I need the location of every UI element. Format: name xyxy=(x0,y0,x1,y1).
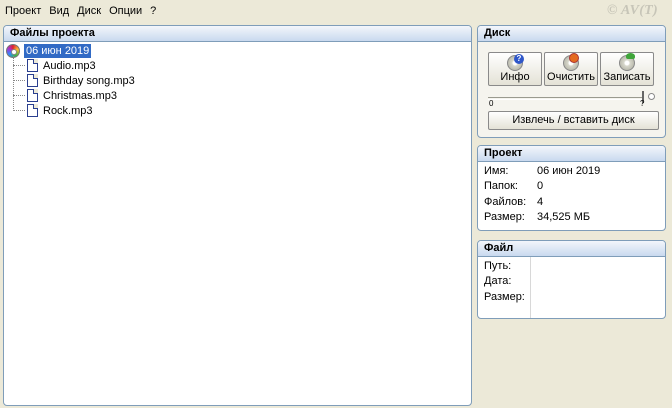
disk-panel: Диск Инфо Очистить Записать 0 ? Извлечь … xyxy=(477,25,666,138)
project-info-table: Имя: 06 июн 2019 Папок: 0 Файлов: 4 Разм… xyxy=(478,163,665,225)
info-key: Дата: xyxy=(484,275,512,288)
capacity-max-label: ? xyxy=(640,99,645,108)
disk-button-row: Инфо Очистить Записать xyxy=(488,52,654,86)
burn-button[interactable]: Записать xyxy=(600,52,654,86)
file-info-panel: Файл Путь: Дата: Размер: xyxy=(477,240,666,319)
file-icon xyxy=(27,89,38,102)
file-size-row: Размер: xyxy=(478,289,665,305)
menu-help[interactable]: ? xyxy=(146,2,160,20)
tree-root-label[interactable]: 06 июн 2019 xyxy=(24,43,92,58)
file-icon xyxy=(27,104,38,117)
info-value: 34,525 МБ xyxy=(537,211,591,224)
info-button-label: Инфо xyxy=(500,71,530,83)
project-folders-row: Папок: 0 xyxy=(478,179,665,195)
erase-icon xyxy=(563,53,579,71)
copyright-logo: © AV(T) xyxy=(606,3,658,18)
file-name[interactable]: Christmas.mp3 xyxy=(43,90,117,102)
info-key: Путь: xyxy=(484,259,512,272)
burn-icon xyxy=(619,53,635,71)
project-size-row: Размер: 34,525 МБ xyxy=(478,210,665,226)
info-value: 4 xyxy=(537,195,544,208)
project-info-title: Проект xyxy=(478,146,665,162)
capacity-marker-icon xyxy=(648,93,655,100)
erase-button[interactable]: Очистить xyxy=(544,52,598,86)
tree-children: Audio.mp3 Birthday song.mp3 Christmas.mp… xyxy=(13,56,471,118)
file-name[interactable]: Birthday song.mp3 xyxy=(43,75,135,87)
info-value: 0 xyxy=(537,180,544,193)
tree-file-item[interactable]: Rock.mp3 xyxy=(13,103,471,118)
project-info-panel: Проект Имя: 06 июн 2019 Папок: 0 Файлов:… xyxy=(477,145,666,231)
menu-disk[interactable]: Диск xyxy=(73,2,105,20)
info-button[interactable]: Инфо xyxy=(488,52,542,86)
eject-insert-button[interactable]: Извлечь / вставить диск xyxy=(488,111,659,130)
burn-button-label: Записать xyxy=(603,71,651,83)
file-path-row: Путь: xyxy=(478,258,665,274)
file-tree[interactable]: 06 июн 2019 Audio.mp3 Birthday song.mp3 … xyxy=(4,42,471,118)
disk-panel-title: Диск xyxy=(478,26,665,42)
file-info-title: Файл xyxy=(478,241,665,257)
project-files-title: Файлы проекта xyxy=(4,26,471,42)
menu-view[interactable]: Вид xyxy=(45,2,73,20)
file-date-row: Дата: xyxy=(478,274,665,290)
menu-options[interactable]: Опции xyxy=(105,2,146,20)
info-key: Размер: xyxy=(484,290,525,303)
info-icon xyxy=(507,54,524,71)
info-key: Размер: xyxy=(484,211,525,224)
erase-button-label: Очистить xyxy=(547,71,595,83)
project-files-row: Файлов: 4 xyxy=(478,194,665,210)
info-value: 06 июн 2019 xyxy=(537,164,601,177)
menu-project[interactable]: Проект xyxy=(0,2,45,20)
tree-root-node[interactable]: 06 июн 2019 xyxy=(4,43,471,58)
capacity-min-label: 0 xyxy=(489,99,494,108)
file-icon xyxy=(27,59,38,72)
tree-file-item[interactable]: Christmas.mp3 xyxy=(13,88,471,103)
tree-file-item[interactable]: Audio.mp3 xyxy=(13,58,471,73)
info-key: Имя: xyxy=(484,164,509,177)
tree-file-item[interactable]: Birthday song.mp3 xyxy=(13,73,471,88)
file-icon xyxy=(27,74,38,87)
file-name[interactable]: Rock.mp3 xyxy=(43,105,93,117)
info-key: Файлов: xyxy=(484,195,527,208)
info-key: Папок: xyxy=(484,180,518,193)
menu-bar: Проект Вид Диск Опции ? xyxy=(0,0,672,22)
capacity-slider-track[interactable] xyxy=(488,97,644,100)
project-name-row: Имя: 06 июн 2019 xyxy=(478,163,665,179)
project-files-panel: Файлы проекта 06 июн 2019 Audio.mp3 Birt… xyxy=(3,25,472,406)
file-info-table: Путь: Дата: Размер: xyxy=(478,258,665,305)
file-name[interactable]: Audio.mp3 xyxy=(43,60,96,72)
